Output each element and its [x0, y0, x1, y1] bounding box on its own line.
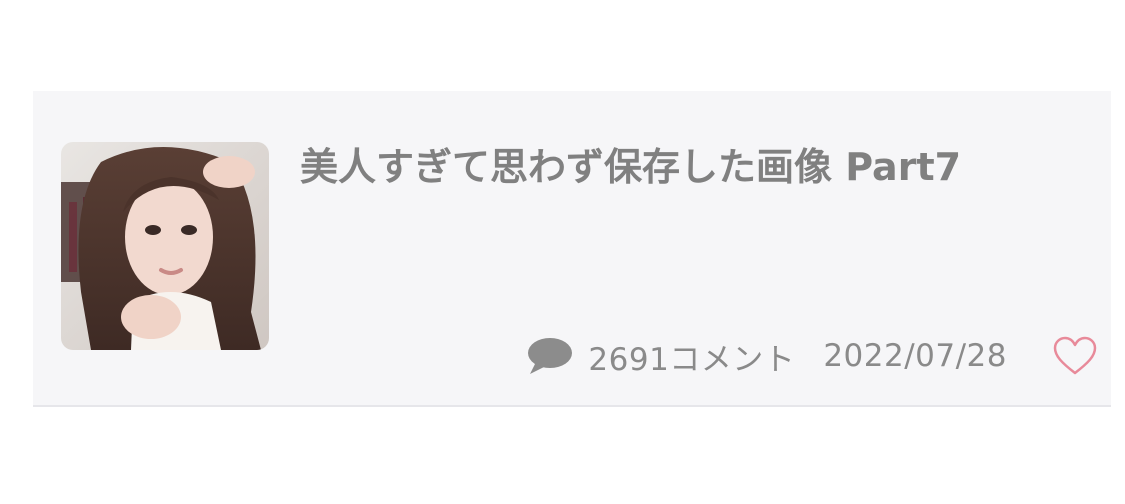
article-title[interactable]: 美人すぎて思わず保存した画像 Part7	[300, 141, 1080, 193]
speech-bubble-icon	[526, 336, 574, 376]
like-button[interactable]	[1051, 334, 1099, 378]
article-thumbnail[interactable]	[61, 142, 269, 350]
heart-outline-icon	[1053, 336, 1097, 375]
comment-count: 2691コメント	[588, 341, 796, 378]
article-meta: 2691コメント 2022/07/28	[526, 334, 1007, 378]
publish-date: 2022/07/28	[823, 338, 1007, 374]
article-card[interactable]: 美人すぎて思わず保存した画像 Part7 2691コメント 2022/07/28	[33, 91, 1111, 407]
thumbnail-image	[61, 142, 269, 350]
